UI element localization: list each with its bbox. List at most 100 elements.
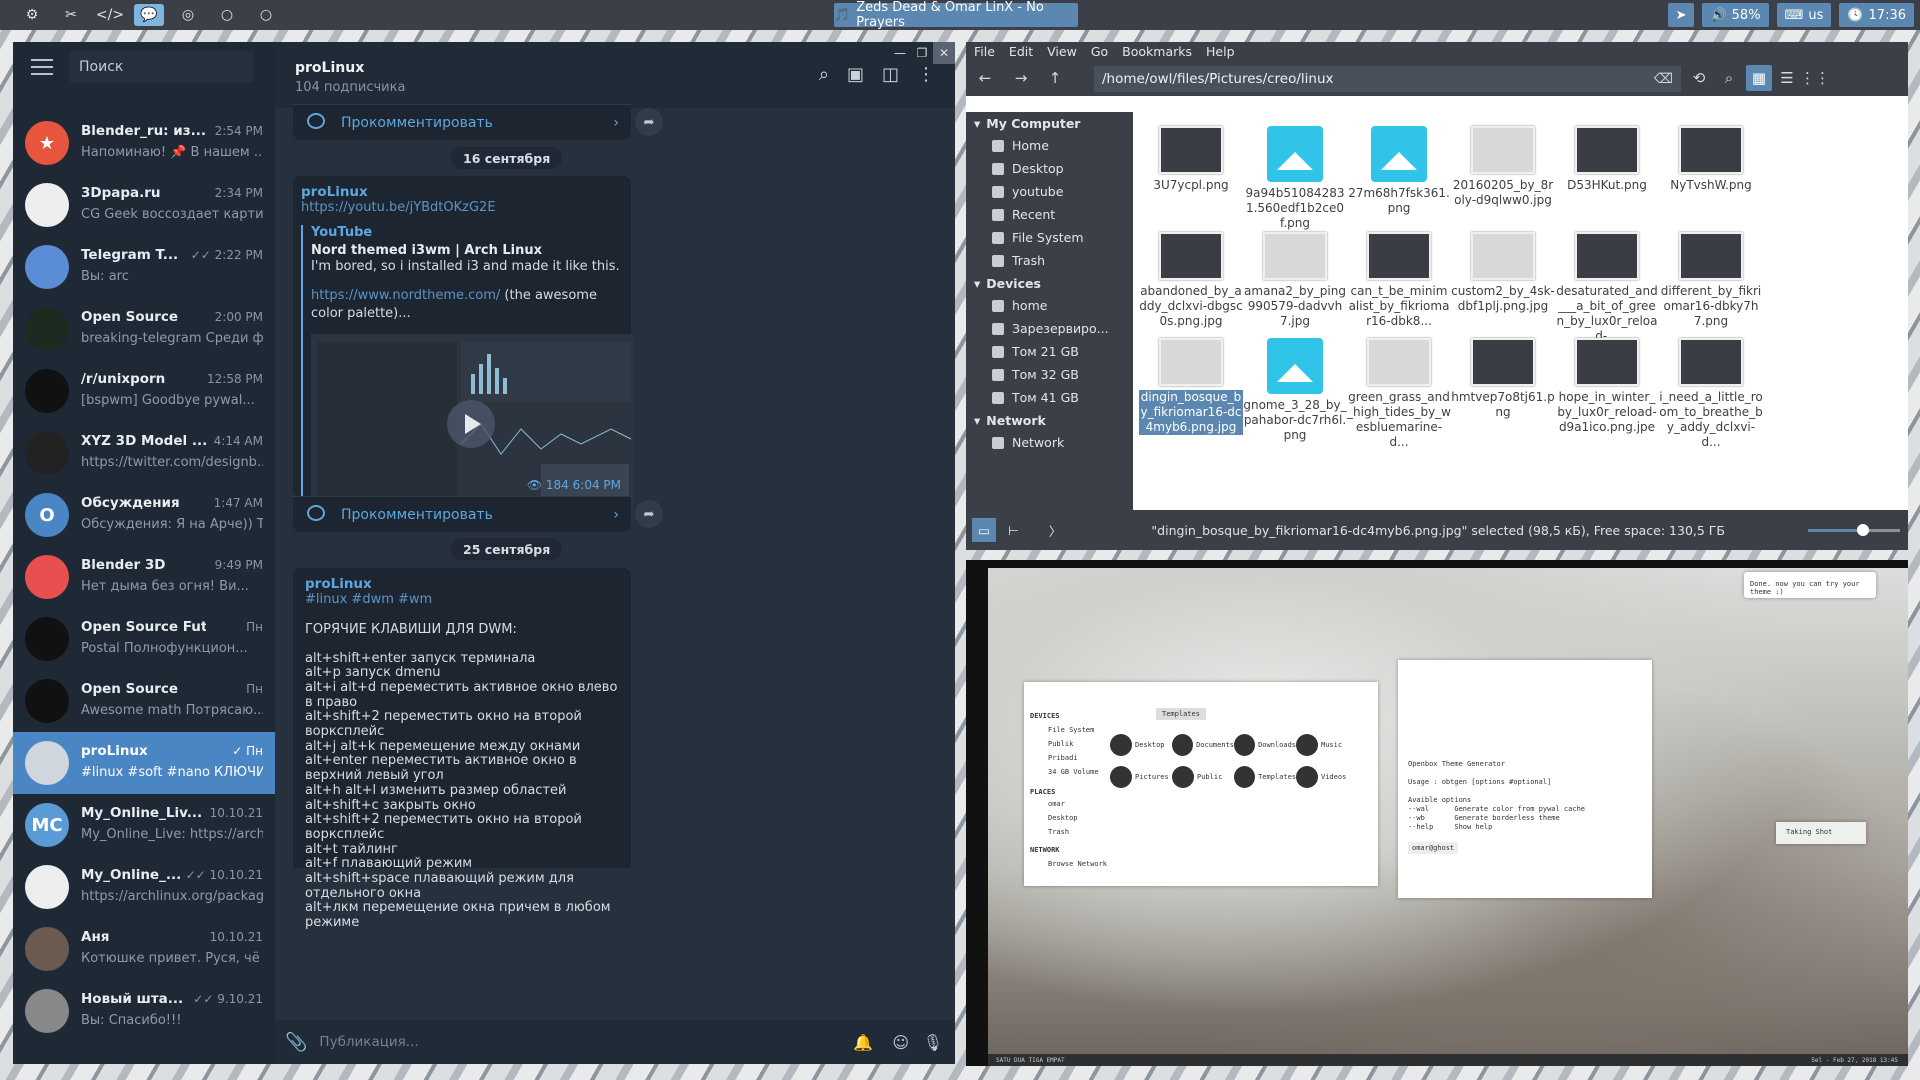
message-author[interactable]: proLinux: [301, 184, 623, 200]
microphone-icon[interactable]: 🎙: [923, 1033, 943, 1052]
comment-button[interactable]: Прокомментировать ›: [293, 104, 631, 140]
sidebar-toggle-icon[interactable]: ◫: [882, 64, 899, 85]
chat-item[interactable]: Blender 3D 9:49 PM Нет дыма без огня! Ви..…: [13, 546, 275, 608]
sidebar-item[interactable]: Том 32 GB: [966, 363, 1133, 386]
sidebar-item[interactable]: Зарезервиро...: [966, 317, 1133, 340]
file-item[interactable]: dingin_bosque_by_fikriomar16-dc4myb6.png…: [1139, 338, 1243, 435]
chat-item[interactable]: ★ Blender_ru: из... 2:54 PM Напоминаю! 📌 В …: [13, 112, 275, 174]
discussion-icon[interactable]: ▣: [847, 64, 864, 85]
menu-bookmarks[interactable]: Bookmarks: [1122, 44, 1192, 59]
icon-view-icon[interactable]: ▦: [1746, 65, 1772, 91]
keyboard-layout[interactable]: ⌨ us: [1776, 3, 1832, 27]
file-item[interactable]: 27m68h7fsk361.png: [1347, 126, 1451, 216]
workspace-7[interactable]: ○: [251, 4, 281, 26]
menu-go[interactable]: Go: [1091, 44, 1108, 59]
file-item[interactable]: hmtvep7o8tj61.png: [1451, 338, 1555, 420]
workspace-5[interactable]: ◎: [173, 4, 203, 26]
file-item[interactable]: 3U7ycpl.png: [1139, 126, 1243, 193]
chat-item[interactable]: Аня 10.10.21 Котюшке привет. Руся, чё з...: [13, 918, 275, 980]
zoom-handle[interactable]: [1857, 524, 1870, 536]
file-item[interactable]: can_t_be_minimalist_by_fikriomar16-dbk8.…: [1347, 232, 1451, 329]
chat-item[interactable]: 3Dpapa.ru 2:34 PM CG Geek воссоздает карти…: [13, 174, 275, 236]
workspace-6[interactable]: ○: [212, 4, 242, 26]
sidebar-item[interactable]: Recent: [966, 203, 1133, 226]
forward-icon[interactable]: →: [1008, 65, 1034, 91]
share-button[interactable]: ➦: [635, 108, 663, 136]
chat-item[interactable]: O Обсуждения 1:47 AM Обсуждения: Я на Арче)…: [13, 484, 275, 546]
back-icon[interactable]: ←: [972, 65, 998, 91]
up-icon[interactable]: ↑: [1042, 65, 1068, 91]
sidebar-item[interactable]: Desktop: [966, 157, 1133, 180]
chat-item[interactable]: Open Source Future Пн Postal Полнофункцион…: [13, 608, 275, 670]
workspace-3[interactable]: </>: [95, 4, 125, 26]
telegram-tray-icon[interactable]: ➤: [1667, 3, 1695, 27]
sidebar-item[interactable]: File System: [966, 226, 1133, 249]
location-bar[interactable]: /home/owl/files/Pictures/creo/linux ⌫: [1094, 66, 1681, 92]
sidebar-item[interactable]: Home: [966, 134, 1133, 157]
file-item[interactable]: custom2_by_4sk-dbf1plj.png.jpg: [1451, 232, 1555, 314]
active-window-title[interactable]: 🎵 Zeds Dead & Omar LinX - No Prayers: [834, 0, 1078, 30]
workspace-1[interactable]: ⚙: [17, 4, 47, 26]
chat-item[interactable]: My_Online_... ✓✓ 10.10.21 https://archlinu…: [13, 856, 275, 918]
link-preview[interactable]: YouTube Nord themed i3wm | Arch Linux I'…: [301, 225, 633, 516]
sidebar-section-my-computer[interactable]: ▾ My Computer: [966, 112, 1133, 134]
sidebar-item[interactable]: Том 41 GB: [966, 386, 1133, 409]
sidebar-section-network[interactable]: ▾ Network: [966, 409, 1133, 431]
volume-indicator[interactable]: 🔊 58%: [1702, 3, 1769, 27]
file-item[interactable]: 20160205_by_8roly-d9qlww0.jpg: [1451, 126, 1555, 208]
clear-icon[interactable]: ⌫: [1654, 71, 1673, 87]
share-button-2[interactable]: ➦: [635, 500, 663, 528]
minimize-icon[interactable]: —: [889, 42, 911, 64]
maximize-icon[interactable]: ❐: [911, 42, 933, 64]
message-input[interactable]: Публикация...: [319, 1034, 418, 1050]
message-link[interactable]: https://youtu.be/jYBdtOKzG2E: [301, 200, 623, 215]
compact-view-icon[interactable]: ⋮⋮: [1800, 65, 1830, 91]
more-icon[interactable]: ⋮: [917, 64, 935, 85]
file-item[interactable]: 9a94b510842831.560edf1b2ce0f.png: [1243, 126, 1347, 231]
file-item[interactable]: abandoned_by_addy_dclxvi-dbgsc0s.png.jpg: [1139, 232, 1243, 329]
menu-help[interactable]: Help: [1206, 44, 1235, 59]
menu-view[interactable]: View: [1047, 44, 1077, 59]
list-view-icon[interactable]: ☰: [1774, 65, 1800, 91]
file-item[interactable]: D53HKut.png: [1555, 126, 1659, 193]
comment-button-2[interactable]: Прокомментировать ›: [293, 496, 631, 532]
chat-item[interactable]: proLinux ✓ Пн #linux #soft #nano КЛЮЧИ...: [13, 732, 275, 794]
clock[interactable]: 🕓 17:36: [1839, 3, 1914, 27]
folder-icon[interactable]: ▭: [972, 518, 996, 542]
file-item[interactable]: gnome_3_28_by_pahabor-dc7rh6l.png: [1243, 338, 1347, 443]
reload-icon[interactable]: ⟲: [1686, 65, 1712, 91]
file-item[interactable]: desaturated_and___a_bit_of_green_by_lux0…: [1555, 232, 1659, 344]
sidebar-section-devices[interactable]: ▾ Devices: [966, 272, 1133, 294]
emoji-icon[interactable]: ☺: [892, 1033, 909, 1052]
workspace-4[interactable]: 💬: [134, 4, 164, 26]
close-icon[interactable]: ✕: [933, 42, 955, 64]
menu-icon[interactable]: [31, 59, 53, 75]
chat-item[interactable]: MC My_Online_Liv... 10.10.21 My_Online_Live…: [13, 794, 275, 856]
message-tags[interactable]: #linux #dwm #wm: [305, 592, 619, 607]
nordtheme-link[interactable]: https://www.nordtheme.com/: [311, 288, 500, 303]
sidebar-item[interactable]: Network: [966, 431, 1133, 454]
search-icon[interactable]: ⌕: [1716, 65, 1742, 91]
bell-icon[interactable]: 🔔: [853, 1033, 873, 1052]
chat-item[interactable]: Open Source 2:00 PM breaking-telegram Сред…: [13, 298, 275, 360]
file-item[interactable]: different_by_fikriomar16-dbky7h7.png: [1659, 232, 1763, 329]
file-item[interactable]: i_need_a_little_room_to_breathe_by_addy_…: [1659, 338, 1763, 450]
zoom-slider[interactable]: [1808, 524, 1900, 536]
chat-item[interactable]: Telegram T... ✓✓ 2:22 PM Вы: arc: [13, 236, 275, 298]
sidebar-item[interactable]: home: [966, 294, 1133, 317]
file-item[interactable]: NyTvshW.png: [1659, 126, 1763, 193]
chat-item[interactable]: XYZ 3D Model ... 4:14 AM https://twitter.c…: [13, 422, 275, 484]
workspace-2[interactable]: ✂: [56, 4, 86, 26]
attach-icon[interactable]: 📎: [285, 1032, 307, 1053]
message-author[interactable]: proLinux: [305, 576, 619, 592]
search-icon[interactable]: ⌕: [819, 64, 829, 85]
file-item[interactable]: amana2_by_ping990579-dadvvh7.jpg: [1243, 232, 1347, 329]
file-item[interactable]: green_grass_and_high_tides_by_wesbluemar…: [1347, 338, 1451, 450]
chat-item[interactable]: Новый шта... ✓✓ 9.10.21 Вы: Спасибо!!!: [13, 980, 275, 1042]
chat-item[interactable]: /r/unixporn 12:58 PM [bspwm] Goodbye pywal…: [13, 360, 275, 422]
sidebar-item[interactable]: youtube: [966, 180, 1133, 203]
sidebar-item[interactable]: Trash: [966, 249, 1133, 272]
menu-file[interactable]: File: [974, 44, 995, 59]
sidebar-item[interactable]: Том 21 GB: [966, 340, 1133, 363]
chat-item[interactable]: Open Source Пн Awesome math Потрясаю...: [13, 670, 275, 732]
